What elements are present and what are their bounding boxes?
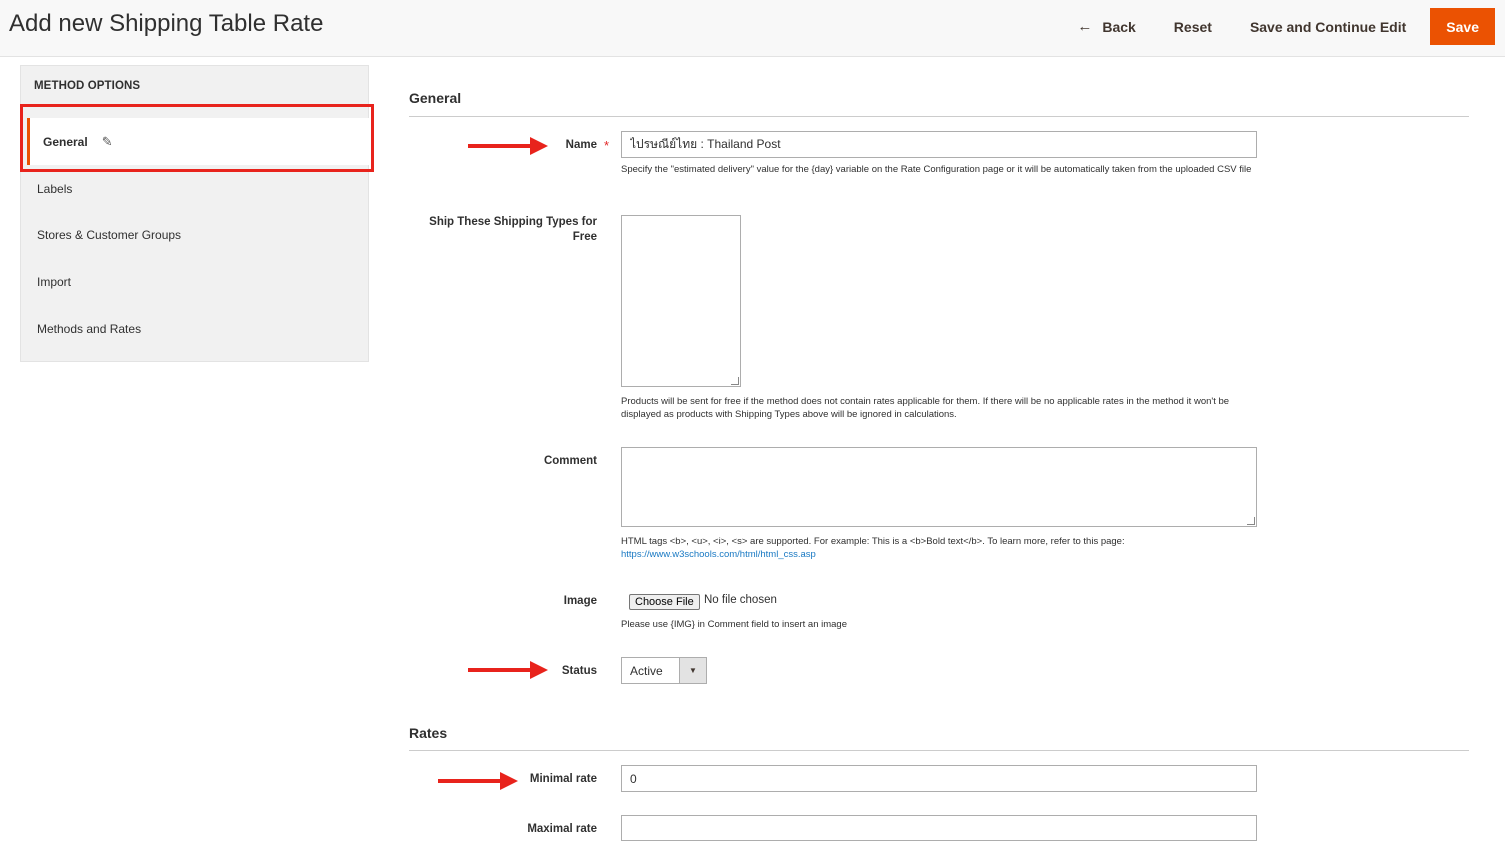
choose-file-button[interactable]: Choose File bbox=[629, 594, 700, 610]
page-header: Add new Shipping Table Rate ← Back Reset… bbox=[0, 0, 1505, 57]
section-divider bbox=[409, 116, 1469, 117]
annotation-arrow-icon bbox=[468, 137, 548, 155]
file-status-text: No file chosen bbox=[704, 594, 777, 606]
resize-handle-icon[interactable] bbox=[731, 377, 739, 385]
chevron-down-icon: ▼ bbox=[679, 658, 706, 683]
page-title: Add new Shipping Table Rate bbox=[9, 10, 324, 37]
minimal-rate-input[interactable] bbox=[621, 765, 1257, 792]
image-label: Image bbox=[563, 595, 597, 607]
sidebar-item-label: Methods and Rates bbox=[37, 321, 142, 336]
sidebar-item-label: Stores & Customer Groups bbox=[37, 227, 182, 242]
comment-note-text: HTML tags <b>, <u>, <i>, <s> are support… bbox=[621, 536, 1125, 547]
method-options-sidebar: METHOD OPTIONS General ✎ Labels Stores &… bbox=[20, 65, 369, 362]
back-button[interactable]: ← Back bbox=[1058, 8, 1154, 45]
status-label: Status bbox=[561, 665, 597, 677]
ship-free-note: Products will be sent for free if the me… bbox=[621, 396, 1230, 420]
sidebar-item-label: Labels bbox=[37, 181, 73, 196]
w3schools-link[interactable]: https://www.w3schools.com/html/html_css.… bbox=[621, 549, 816, 560]
name-note: Specify the "estimated delivery" value f… bbox=[621, 164, 1252, 175]
annotation-arrow-icon bbox=[438, 772, 518, 790]
save-button[interactable]: Save bbox=[1430, 8, 1495, 45]
sidebar-item-label: Import bbox=[37, 274, 72, 289]
resize-handle-icon[interactable] bbox=[1247, 517, 1255, 525]
required-asterisk-icon: * bbox=[604, 138, 610, 153]
comment-textarea[interactable] bbox=[621, 447, 1257, 527]
sidebar-item-stores-customer-groups[interactable]: Stores & Customer Groups bbox=[21, 211, 369, 258]
sidebar-item-general[interactable]: General ✎ bbox=[27, 118, 369, 165]
save-continue-button[interactable]: Save and Continue Edit bbox=[1231, 8, 1425, 45]
sidebar-item-labels[interactable]: Labels bbox=[21, 165, 369, 212]
sidebar-item-label: General bbox=[43, 134, 88, 149]
maximal-rate-label: Maximal rate bbox=[527, 823, 597, 835]
name-label: Name bbox=[565, 139, 597, 151]
comment-label: Comment bbox=[543, 455, 597, 467]
status-select[interactable]: Active ▼ bbox=[621, 657, 707, 684]
sidebar-title: METHOD OPTIONS bbox=[34, 80, 141, 92]
image-note: Please use {IMG} in Comment field to ins… bbox=[621, 619, 848, 630]
name-input[interactable] bbox=[621, 131, 1257, 158]
arrow-left-icon: ← bbox=[1077, 18, 1093, 35]
back-label: Back bbox=[1102, 18, 1136, 35]
maximal-rate-input[interactable] bbox=[621, 815, 1257, 841]
section-title-rates: Rates bbox=[409, 725, 448, 741]
minimal-rate-label: Minimal rate bbox=[529, 773, 597, 785]
reset-button[interactable]: Reset bbox=[1155, 8, 1231, 45]
page-actions: ← Back Reset Save and Continue Edit Save bbox=[1058, 8, 1495, 45]
sidebar-item-import[interactable]: Import bbox=[21, 258, 369, 305]
comment-note: HTML tags <b>, <u>, <i>, <s> are support… bbox=[621, 535, 1261, 561]
shipping-types-multiselect[interactable] bbox=[621, 215, 741, 387]
section-divider bbox=[409, 750, 1469, 751]
sidebar-item-methods-and-rates[interactable]: Methods and Rates bbox=[21, 305, 369, 352]
pencil-icon: ✎ bbox=[101, 133, 113, 149]
status-select-value: Active bbox=[630, 664, 663, 678]
annotation-arrow-icon bbox=[468, 661, 548, 679]
ship-free-label: Ship These Shipping Types for Free bbox=[429, 216, 597, 243]
section-title-general: General bbox=[409, 90, 462, 106]
